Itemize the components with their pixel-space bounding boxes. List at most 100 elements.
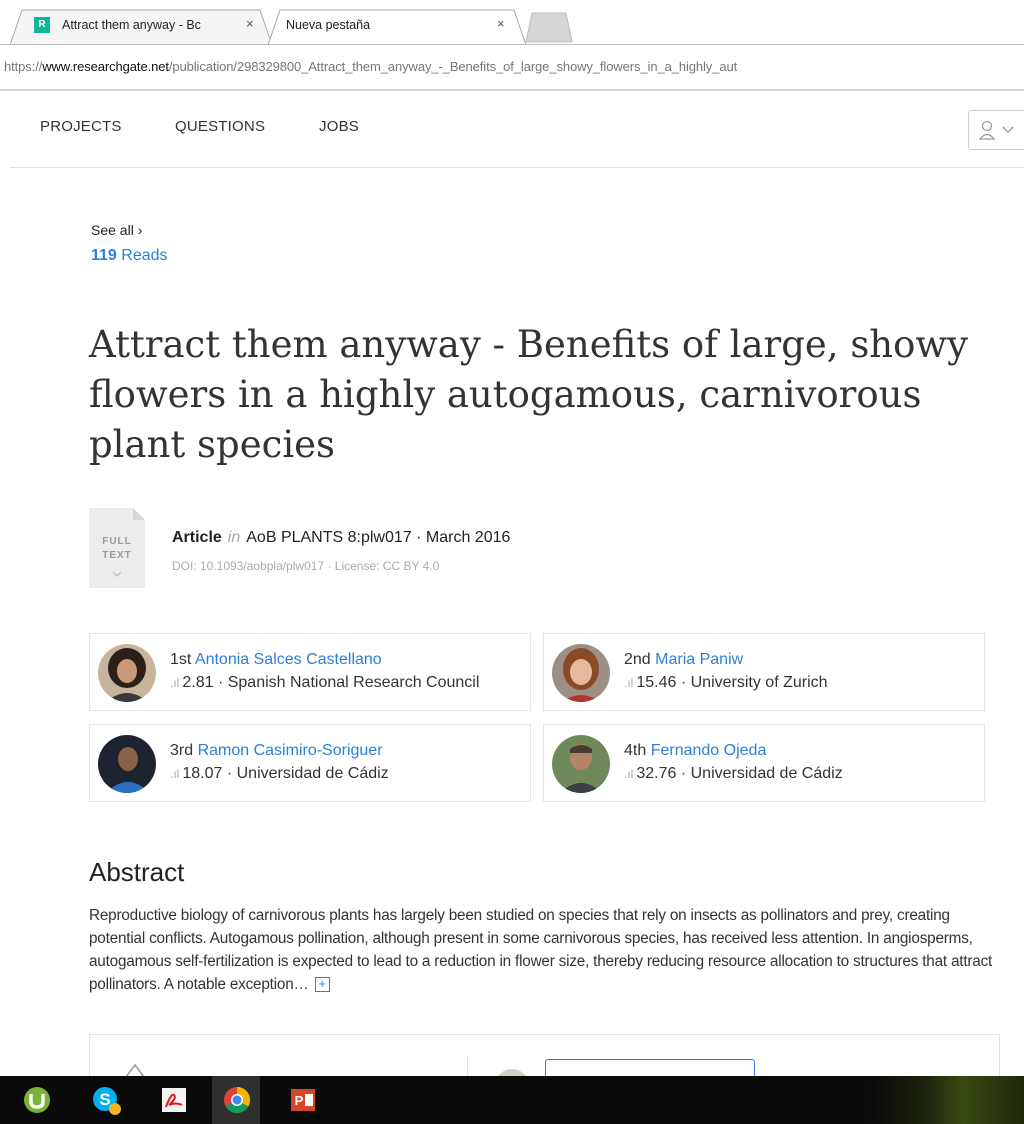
publication-meta: Article in AoB PLANTS 8:plw017 · March 201… bbox=[172, 529, 510, 547]
author-card-4[interactable]: 4th Fernando Ojeda .ıl 32.76 · Universida… bbox=[543, 724, 985, 802]
author-heading: 2nd Maria Paniw bbox=[624, 651, 743, 669]
reads-label: Reads bbox=[121, 247, 168, 264]
author-heading: 3rd Ramon Casimiro-Soriguer bbox=[170, 742, 383, 760]
url-host: www.researchgate.net bbox=[42, 59, 169, 74]
author-avatar[interactable] bbox=[98, 735, 156, 793]
url-scheme: https:// bbox=[4, 59, 43, 74]
tab-close-icon[interactable]: × bbox=[497, 16, 505, 31]
author-order: 3rd bbox=[170, 742, 194, 759]
url-text[interactable]: https://www.researchgate.net/publication… bbox=[4, 59, 1024, 74]
svg-text:S: S bbox=[99, 1090, 110, 1109]
publication-venue[interactable]: AoB PLANTS 8:plw017 · March 2016 bbox=[246, 529, 510, 546]
author-card-2[interactable]: 2nd Maria Paniw .ıl 15.46 · University of… bbox=[543, 633, 985, 711]
author-details: .ıl 32.76 · Universidad de Cádiz bbox=[624, 765, 843, 783]
chrome-icon bbox=[224, 1086, 251, 1114]
nav-jobs[interactable]: JOBS bbox=[319, 118, 359, 135]
author-name[interactable]: Antonia Salces Castellano bbox=[195, 651, 382, 668]
author-order: 2nd bbox=[624, 651, 651, 668]
skype-taskbar-button[interactable]: S bbox=[81, 1076, 129, 1124]
url-path: /publication/298329800_Attract_them_anyw… bbox=[168, 59, 738, 74]
tab-close-icon[interactable]: × bbox=[246, 16, 254, 31]
publication-type: Article bbox=[172, 529, 222, 546]
nav-projects[interactable]: PROJECTS bbox=[40, 118, 122, 135]
utorrent-icon bbox=[24, 1087, 50, 1113]
new-tab-icon bbox=[525, 12, 573, 43]
in-label: in bbox=[227, 529, 241, 546]
site-nav: PROJECTS QUESTIONS JOBS bbox=[0, 92, 1024, 168]
abstract-text: Reproductive biology of carnivorous plan… bbox=[89, 904, 1004, 996]
author-score: 2.81 bbox=[182, 674, 214, 691]
author-heading: 1st Antonia Salces Castellano bbox=[170, 651, 382, 669]
abstract-heading: Abstract bbox=[89, 857, 185, 887]
author-name[interactable]: Maria Paniw bbox=[655, 651, 743, 668]
document-icon bbox=[89, 508, 145, 588]
author-institution[interactable]: Universidad de Cádiz bbox=[691, 765, 843, 782]
powerpoint-taskbar-button[interactable]: P bbox=[278, 1076, 326, 1124]
tab-active[interactable]: R Attract them anyway - Bc × bbox=[10, 9, 272, 45]
rg-score-icon: .ıl bbox=[170, 676, 180, 690]
reads-link[interactable]: 119 Reads bbox=[91, 247, 168, 265]
score-separator: · bbox=[226, 765, 233, 782]
author-order: 1st bbox=[170, 651, 192, 668]
tab-title: Attract them anyway - Bc bbox=[62, 18, 201, 32]
author-avatar[interactable] bbox=[98, 644, 156, 702]
new-tab-button[interactable] bbox=[522, 9, 574, 45]
avatar-photo bbox=[552, 644, 610, 702]
tabstrip-border bbox=[0, 44, 1024, 45]
avatar-photo bbox=[98, 644, 156, 702]
powerpoint-icon: P bbox=[291, 1089, 315, 1111]
author-card-1[interactable]: 1st Antonia Salces Castellano .ıl 2.81 · … bbox=[89, 633, 531, 711]
score-separator: · bbox=[680, 765, 687, 782]
avatar-photo bbox=[98, 735, 156, 793]
author-score: 32.76 bbox=[636, 765, 677, 782]
avatar-photo bbox=[552, 735, 610, 793]
nav-questions[interactable]: QUESTIONS bbox=[175, 118, 265, 135]
score-separator: · bbox=[217, 674, 224, 691]
taskbar: S P bbox=[0, 1076, 1024, 1124]
author-score: 15.46 bbox=[636, 674, 677, 691]
tab-title: Nueva pestaña bbox=[286, 18, 371, 32]
publication-title: Attract them anyway - Benefits of large,… bbox=[89, 323, 968, 466]
author-name[interactable]: Ramon Casimiro-Soriguer bbox=[198, 742, 383, 759]
author-order: 4th bbox=[624, 742, 647, 759]
rg-score-icon: .ıl bbox=[624, 767, 634, 781]
see-all-link[interactable]: See all › bbox=[91, 222, 142, 238]
doi-license: DOI: 10.1093/aobpla/plw017 · License: CC… bbox=[172, 559, 440, 573]
author-details: .ıl 15.46 · University of Zurich bbox=[624, 674, 828, 692]
reads-count: 119 bbox=[91, 247, 117, 264]
tab-inactive[interactable]: Nueva pestaña × bbox=[268, 9, 526, 45]
author-name[interactable]: Fernando Ojeda bbox=[651, 742, 767, 759]
author-heading: 4th Fernando Ojeda bbox=[624, 742, 766, 760]
author-avatar[interactable] bbox=[552, 735, 610, 793]
chrome-taskbar-button[interactable] bbox=[212, 1076, 260, 1124]
author-details: .ıl 18.07 · Universidad de Cádiz bbox=[170, 765, 389, 783]
expand-abstract-button[interactable]: + bbox=[314, 977, 330, 993]
author-card-3[interactable]: 3rd Ramon Casimiro-Soriguer .ıl 18.07 · U… bbox=[89, 724, 531, 802]
svg-text:P: P bbox=[295, 1093, 304, 1108]
author-institution[interactable]: Spanish National Research Council bbox=[228, 674, 480, 691]
taskbar-wallpaper bbox=[870, 1076, 1024, 1124]
acrobat-taskbar-button[interactable] bbox=[149, 1076, 197, 1124]
score-separator: · bbox=[680, 674, 687, 691]
full-text-label-1: FULL bbox=[102, 536, 132, 547]
author-details: .ıl 2.81 · Spanish National Research Coun… bbox=[170, 674, 479, 692]
abstract-body: Reproductive biology of carnivorous plan… bbox=[89, 907, 993, 993]
full-text-label-2: TEXT bbox=[102, 550, 132, 561]
author-score: 18.07 bbox=[182, 765, 223, 782]
user-icon bbox=[978, 120, 1014, 140]
author-institution[interactable]: Universidad de Cádiz bbox=[237, 765, 389, 782]
nav-divider bbox=[10, 167, 1024, 168]
account-menu-button[interactable] bbox=[968, 110, 1024, 150]
rg-score-icon: .ıl bbox=[170, 767, 180, 781]
researchgate-favicon-icon: R bbox=[34, 17, 50, 33]
full-text-button[interactable]: FULL TEXT bbox=[89, 508, 145, 588]
utorrent-taskbar-button[interactable] bbox=[12, 1076, 60, 1124]
author-avatar[interactable] bbox=[552, 644, 610, 702]
browser-tabstrip: R Attract them anyway - Bc × Nueva pesta… bbox=[0, 0, 1024, 46]
acrobat-icon bbox=[162, 1088, 186, 1112]
address-bar[interactable]: https://www.researchgate.net/publication… bbox=[0, 46, 1024, 91]
rg-score-icon: .ıl bbox=[624, 676, 634, 690]
skype-icon: S bbox=[93, 1087, 121, 1115]
author-institution[interactable]: University of Zurich bbox=[691, 674, 828, 691]
addressbar-border bbox=[0, 89, 1024, 91]
